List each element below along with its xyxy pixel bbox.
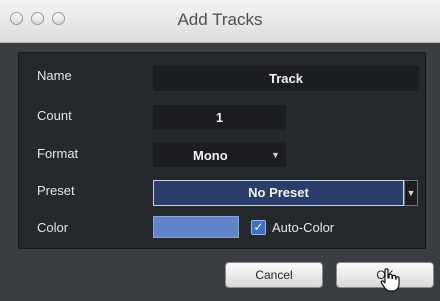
title-bar: Add Tracks [0,0,440,43]
format-label: Format [37,146,79,161]
auto-color-checkbox[interactable]: ✓ [251,220,266,235]
window-title: Add Tracks [177,10,263,29]
color-label: Color [37,220,69,235]
chevron-down-icon: ▼ [271,150,280,160]
format-dropdown[interactable]: Mono ▼ [153,142,286,167]
name-label: Name [37,68,72,83]
count-label: Count [37,108,72,123]
preset-field[interactable]: No Preset [153,180,404,206]
name-field[interactable]: Track [153,66,419,91]
auto-color-label: Auto-Color [272,220,335,235]
cancel-button[interactable]: Cancel [225,262,323,288]
count-field[interactable]: 1 [153,105,286,130]
color-swatch[interactable] [153,216,239,238]
preset-dropdown-button[interactable]: ▼ [404,180,418,206]
hand-pointer-icon [380,268,400,292]
chevron-down-icon: ▼ [406,188,416,198]
checkmark-icon: ✓ [253,220,264,234]
preset-label: Preset [37,183,75,198]
format-value: Mono [193,148,228,163]
